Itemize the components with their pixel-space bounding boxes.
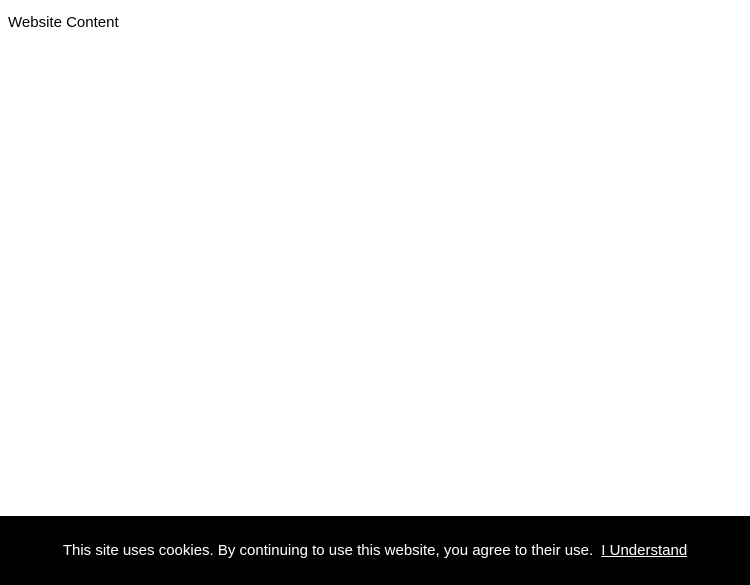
cookie-message: This site uses cookies. By continuing to… xyxy=(63,542,593,559)
content-label: Website Content xyxy=(8,14,119,31)
cookie-accept-button[interactable]: I Understand xyxy=(601,542,687,559)
page-content: Website Content xyxy=(0,0,750,45)
cookie-consent-banner: This site uses cookies. By continuing to… xyxy=(0,516,750,585)
